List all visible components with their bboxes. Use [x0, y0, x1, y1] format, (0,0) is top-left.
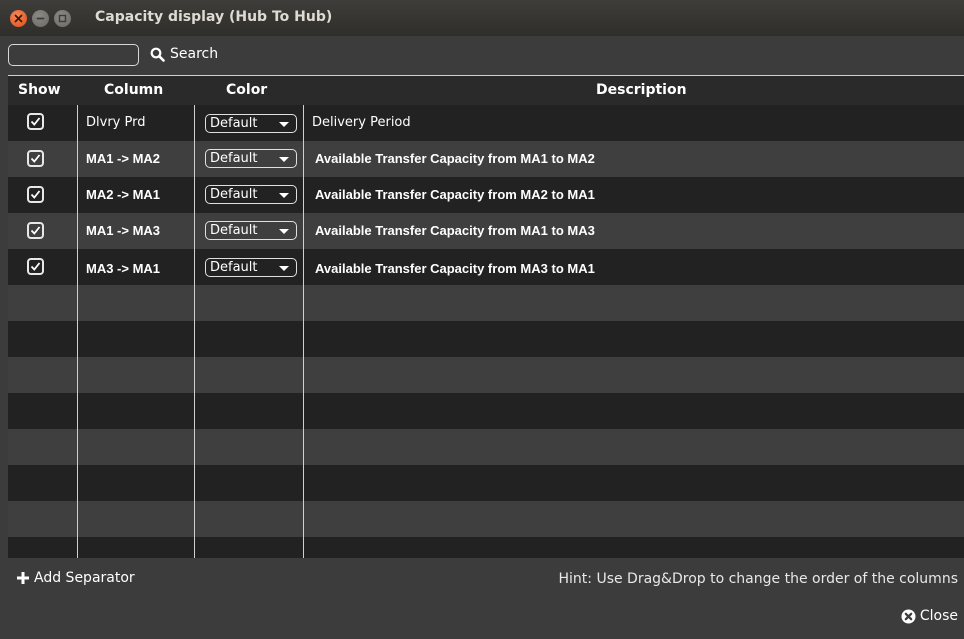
close-icon: [14, 14, 23, 23]
search-bar: Search: [0, 36, 964, 75]
window-maximize-button[interactable]: [54, 10, 71, 27]
color-dropdown-value: Default: [210, 187, 258, 202]
column-divider[interactable]: [194, 105, 195, 558]
search-button-label: Search: [170, 46, 219, 62]
column-name: MA3 -> MA1: [86, 261, 161, 276]
column-name: MA2 -> MA1: [86, 187, 161, 202]
check-icon: [30, 262, 41, 271]
empty-row: [8, 357, 964, 393]
column-description: Delivery Period: [312, 115, 411, 130]
column-description: Available Transfer Capacity from MA2 to …: [315, 187, 595, 202]
column-description: Available Transfer Capacity from MA1 to …: [315, 151, 595, 166]
table-row[interactable]: MA1 -> MA2 Default Available Transfer Ca…: [8, 141, 964, 177]
empty-row: [8, 465, 964, 501]
add-separator-label: Add Separator: [34, 570, 135, 586]
column-name: MA1 -> MA3: [86, 223, 161, 238]
empty-row: [8, 537, 964, 558]
close-label: Close: [919, 608, 958, 624]
window-close-button[interactable]: [10, 10, 27, 27]
chevron-down-icon: [279, 193, 289, 198]
chevron-down-icon: [279, 157, 289, 162]
search-button[interactable]: Search: [150, 46, 218, 62]
check-icon: [30, 190, 41, 199]
header-description[interactable]: Description: [596, 82, 687, 98]
chevron-down-icon: [279, 229, 289, 234]
table-row[interactable]: Dlvry Prd Default Delivery Period: [8, 105, 964, 141]
color-dropdown-value: Default: [210, 151, 258, 166]
columns-table: Show Column Color Description Dlvry Prd …: [8, 75, 964, 558]
column-divider[interactable]: [303, 105, 304, 558]
show-checkbox[interactable]: [27, 150, 44, 167]
chevron-down-icon: [279, 122, 289, 127]
check-icon: [30, 226, 41, 235]
add-separator-button[interactable]: Add Separator: [16, 570, 135, 586]
hint-text: Hint: Use Drag&Drop to change the order …: [558, 571, 959, 587]
window-minimize-button[interactable]: [32, 10, 49, 27]
close-button[interactable]: Close: [901, 608, 958, 624]
show-checkbox[interactable]: [27, 222, 44, 239]
search-icon: [150, 47, 165, 62]
table-row[interactable]: MA1 -> MA3 Default Available Transfer Ca…: [8, 213, 964, 249]
color-dropdown-value: Default: [210, 223, 258, 238]
column-description: Available Transfer Capacity from MA3 to …: [315, 261, 595, 276]
show-checkbox[interactable]: [27, 258, 44, 275]
empty-row: [8, 321, 964, 357]
title-bar: Capacity display (Hub To Hub): [0, 0, 964, 36]
column-divider[interactable]: [77, 105, 78, 558]
column-name: MA1 -> MA2: [86, 151, 161, 166]
color-dropdown[interactable]: Default: [205, 221, 297, 240]
search-input[interactable]: [8, 44, 139, 66]
maximize-icon: [58, 14, 67, 23]
show-checkbox[interactable]: [27, 113, 44, 130]
empty-row: [8, 501, 964, 537]
empty-row: [8, 429, 964, 465]
empty-row: [8, 285, 964, 321]
minimize-icon: [36, 17, 45, 20]
color-dropdown[interactable]: Default: [205, 258, 297, 277]
header-column[interactable]: Column: [104, 82, 163, 98]
color-dropdown[interactable]: Default: [205, 149, 297, 168]
color-dropdown-value: Default: [210, 116, 258, 131]
window-title: Capacity display (Hub To Hub): [95, 9, 333, 25]
chevron-down-icon: [279, 266, 289, 271]
color-dropdown[interactable]: Default: [205, 114, 297, 133]
footer: Add Separator Hint: Use Drag&Drop to cha…: [0, 558, 964, 639]
table-header: Show Column Color Description: [8, 75, 964, 105]
table-row[interactable]: MA3 -> MA1 Default Available Transfer Ca…: [8, 249, 964, 285]
header-color[interactable]: Color: [226, 82, 267, 98]
header-show[interactable]: Show: [18, 82, 61, 98]
column-name: Dlvry Prd: [86, 115, 146, 130]
close-circle-icon: [901, 609, 916, 623]
plus-icon: [17, 572, 29, 584]
table-row[interactable]: MA2 -> MA1 Default Available Transfer Ca…: [8, 177, 964, 213]
show-checkbox[interactable]: [27, 186, 44, 203]
empty-row: [8, 393, 964, 429]
check-icon: [30, 117, 41, 126]
column-description: Available Transfer Capacity from MA1 to …: [315, 223, 595, 238]
color-dropdown[interactable]: Default: [205, 185, 297, 204]
color-dropdown-value: Default: [210, 260, 258, 275]
check-icon: [30, 154, 41, 163]
